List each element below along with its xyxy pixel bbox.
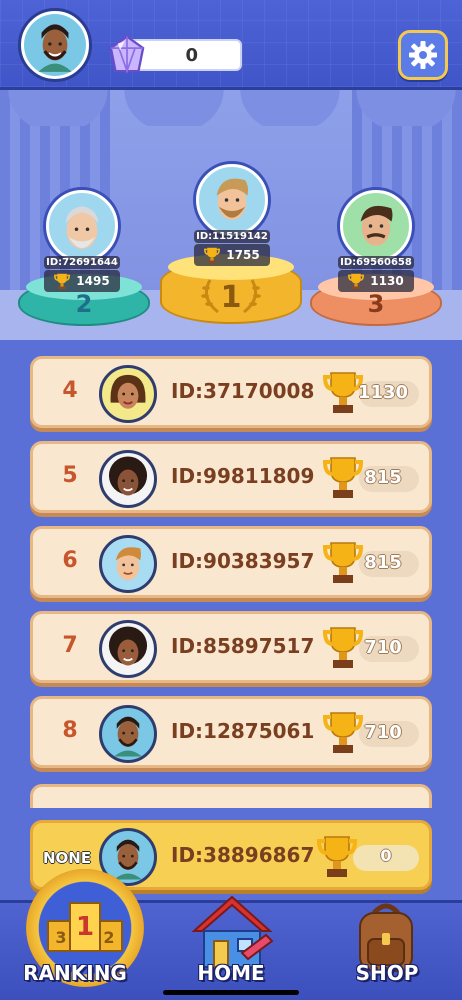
podium-score: 1755	[194, 244, 270, 266]
podium-stage: 2 ID:72691644 1495 1 ID:11519142 1755 3 …	[0, 90, 462, 340]
badge-digit-second: 2	[103, 928, 114, 947]
avatar-face-icon	[115, 547, 141, 581]
row-rank: 5	[62, 463, 78, 488]
badge-digit-third: 3	[55, 928, 66, 947]
settings-button[interactable]	[398, 30, 448, 80]
place-label: 3	[367, 290, 385, 318]
row-player-id: ID:99811809	[171, 464, 315, 488]
nav-shop-label: SHOP	[355, 961, 419, 985]
ranking-row[interactable]: 4 ID:37170008 1130	[30, 356, 432, 428]
avatar-face-icon	[360, 205, 393, 246]
row-score: 1130	[357, 382, 409, 403]
row-player-id: ID:90383957	[171, 549, 315, 573]
player-avatar[interactable]	[18, 8, 92, 82]
avatar-face-icon	[110, 374, 146, 409]
my-score: 0	[380, 846, 392, 865]
row-avatar	[99, 535, 157, 593]
place-label: 1	[220, 280, 242, 315]
bottom-nav: 1 3 2 RANKING HOME SHOP	[0, 869, 462, 1000]
gem-icon	[109, 35, 145, 74]
place-label: 2	[75, 290, 93, 318]
nav-shop[interactable]: SHOP	[322, 903, 452, 1000]
podium-id: ID:69560658	[338, 256, 414, 269]
row-score: 710	[364, 722, 402, 743]
avatar-face-icon	[114, 716, 142, 757]
trophy-icon	[204, 247, 221, 263]
row-player-id: ID:37170008	[171, 379, 315, 403]
row-rank: 7	[62, 633, 78, 658]
curtain-valance	[0, 90, 462, 126]
ranking-row[interactable]: 5 ID:99811809 815	[30, 441, 432, 513]
row-avatar	[99, 705, 157, 763]
podium-score-value: 1495	[76, 274, 110, 288]
avatar-face-icon	[108, 456, 148, 496]
podium-avatar	[196, 164, 268, 236]
ranking-row[interactable]: 7 ID:85897517 710	[30, 611, 432, 683]
ranking-row[interactable]: 8 ID:12875061 710	[30, 696, 432, 768]
avatar-face-icon	[24, 14, 86, 76]
avatar-face-icon	[216, 178, 249, 220]
podium-avatar	[46, 190, 118, 262]
podium-id: ID:72691644	[44, 256, 120, 269]
row-avatar	[99, 450, 157, 508]
my-player-id: ID:38896867	[171, 843, 315, 867]
row-rank: 8	[62, 718, 78, 743]
my-rank: NONE	[43, 849, 92, 867]
nav-home-label: HOME	[197, 961, 265, 985]
podium-score-value: 1130	[370, 274, 404, 288]
podium-score-value: 1755	[226, 248, 260, 262]
podium-score: 1130	[338, 270, 414, 292]
ranking-row[interactable]: 6 ID:90383957 815	[30, 526, 432, 598]
row-player-id: ID:12875061	[171, 719, 315, 743]
gear-icon	[409, 41, 437, 69]
home-indicator[interactable]	[0, 990, 462, 995]
podium-avatar	[340, 190, 412, 262]
nav-ranking-label: RANKING	[23, 961, 127, 985]
podium-score: 1495	[44, 270, 120, 292]
row-score: 710	[364, 637, 402, 658]
nav-ranking[interactable]: 1 3 2 RANKING	[10, 869, 144, 1000]
trophy-icon	[348, 273, 365, 289]
trophy-icon	[317, 836, 357, 877]
podium-id: ID:11519142	[194, 230, 270, 243]
row-rank: 6	[62, 548, 78, 573]
avatar-face-icon	[108, 626, 148, 666]
badge-digit-first: 1	[76, 912, 94, 942]
row-rank: 4	[62, 378, 78, 403]
row-avatar	[99, 365, 157, 423]
avatar-face-icon	[65, 206, 99, 250]
trophy-icon	[54, 273, 71, 289]
row-score: 815	[364, 467, 402, 488]
row-score: 815	[364, 552, 402, 573]
ranking-row-partial[interactable]	[30, 784, 432, 808]
row-player-id: ID:85897517	[171, 634, 315, 658]
nav-home[interactable]: HOME	[166, 895, 296, 1000]
top-bar: 0	[0, 0, 462, 90]
row-avatar	[99, 620, 157, 678]
